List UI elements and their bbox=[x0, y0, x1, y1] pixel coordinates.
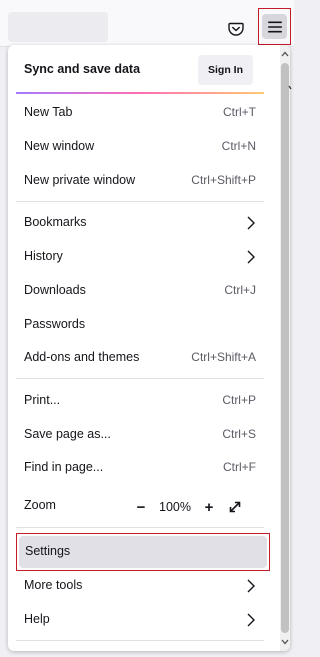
menu-item-addons-themes[interactable]: Add-ons and themes Ctrl+Shift+A bbox=[8, 342, 272, 374]
menu-item-label: More tools bbox=[24, 578, 83, 592]
menu-item-shortcut: Ctrl+N bbox=[221, 139, 256, 153]
menu-item-label: Downloads bbox=[24, 283, 86, 297]
zoom-controls: − 100% + bbox=[132, 496, 262, 518]
menu-item-shortcut: Ctrl+F bbox=[223, 460, 256, 474]
sign-in-button[interactable]: Sign In bbox=[198, 55, 253, 85]
menu-item-label: Add-ons and themes bbox=[24, 350, 140, 364]
menu-item-shortcut: Ctrl+Shift+A bbox=[191, 350, 256, 364]
separator bbox=[16, 201, 264, 202]
pocket-icon bbox=[228, 22, 244, 36]
menu-item-shortcut: Ctrl+Shift+P bbox=[191, 173, 256, 187]
scroll-up-arrow[interactable] bbox=[280, 48, 290, 60]
scroll-down-arrow[interactable] bbox=[280, 636, 290, 648]
chevron-right-icon bbox=[247, 216, 255, 230]
separator bbox=[16, 640, 264, 641]
chevron-right-icon bbox=[247, 579, 255, 593]
menu-item-history[interactable]: History bbox=[8, 241, 272, 273]
background-glyph bbox=[288, 85, 292, 90]
zoom-in-button[interactable]: + bbox=[200, 498, 218, 516]
menu-item-label: New private window bbox=[24, 173, 136, 187]
menu-item-shortcut: Ctrl+T bbox=[223, 105, 256, 119]
fullscreen-button[interactable] bbox=[224, 496, 246, 518]
menu-item-new-tab[interactable]: New Tab Ctrl+T bbox=[8, 97, 272, 129]
menu-item-label: Print... bbox=[24, 393, 61, 407]
menu-item-label: New window bbox=[24, 139, 95, 153]
menu-item-label: Save page as... bbox=[24, 427, 111, 441]
menu-item-label: Find in page... bbox=[24, 460, 104, 474]
menu-item-settings[interactable]: Settings bbox=[16, 533, 270, 571]
sync-separator bbox=[16, 92, 264, 94]
open-menu-button[interactable] bbox=[258, 8, 291, 45]
menu-item-passwords[interactable]: Passwords bbox=[8, 309, 272, 341]
separator bbox=[16, 527, 264, 528]
app-menu-panel: Sync and save data Sign In New Tab Ctrl+… bbox=[8, 45, 290, 651]
sync-label: Sync and save data bbox=[24, 62, 141, 76]
toolbar bbox=[0, 0, 294, 47]
zoom-reset-button[interactable]: 100% bbox=[150, 500, 200, 514]
menu-item-help[interactable]: Help bbox=[8, 604, 272, 636]
zoom-label: Zoom bbox=[24, 498, 56, 512]
menu-item-label: Passwords bbox=[24, 317, 86, 331]
separator bbox=[16, 378, 264, 379]
menu-item-downloads[interactable]: Downloads Ctrl+J bbox=[8, 275, 272, 307]
menu-item-label: History bbox=[24, 249, 63, 263]
menu-item-label: Help bbox=[24, 612, 50, 626]
menu-item-shortcut: Ctrl+S bbox=[222, 427, 256, 441]
menu-item-print[interactable]: Print... Ctrl+P bbox=[8, 385, 272, 417]
firefox-window: Sync and save data Sign In New Tab Ctrl+… bbox=[0, 0, 294, 657]
sync-row: Sync and save data Sign In bbox=[8, 53, 272, 89]
menu-item-save-page-as[interactable]: Save page as... Ctrl+S bbox=[8, 419, 272, 451]
chevron-right-icon bbox=[247, 613, 255, 627]
menu-item-new-window[interactable]: New window Ctrl+N bbox=[8, 131, 272, 163]
scrollbar-thumb[interactable] bbox=[281, 63, 289, 633]
menu-item-shortcut: Ctrl+J bbox=[224, 283, 256, 297]
menu-item-label: Settings bbox=[25, 544, 71, 558]
menu-item-shortcut: Ctrl+P bbox=[222, 393, 256, 407]
menu-item-new-private-window[interactable]: New private window Ctrl+Shift+P bbox=[8, 165, 272, 197]
menu-item-label: Bookmarks bbox=[24, 215, 87, 229]
menu-scrollbar[interactable] bbox=[280, 45, 290, 651]
url-bar[interactable] bbox=[8, 12, 108, 42]
menu-item-find-in-page[interactable]: Find in page... Ctrl+F bbox=[8, 452, 272, 484]
menu-item-more-tools[interactable]: More tools bbox=[8, 570, 272, 602]
zoom-row: Zoom − 100% + bbox=[8, 490, 272, 522]
fullscreen-icon bbox=[229, 501, 241, 513]
pocket-button[interactable] bbox=[222, 15, 250, 43]
zoom-out-button[interactable]: − bbox=[132, 498, 150, 516]
menu-item-bookmarks[interactable]: Bookmarks bbox=[8, 207, 272, 239]
menu-item-label: New Tab bbox=[24, 105, 73, 119]
chevron-right-icon bbox=[247, 250, 255, 264]
chevron-down-icon bbox=[281, 639, 289, 645]
hamburger-menu-icon bbox=[267, 21, 282, 32]
chevron-up-icon bbox=[281, 51, 289, 57]
